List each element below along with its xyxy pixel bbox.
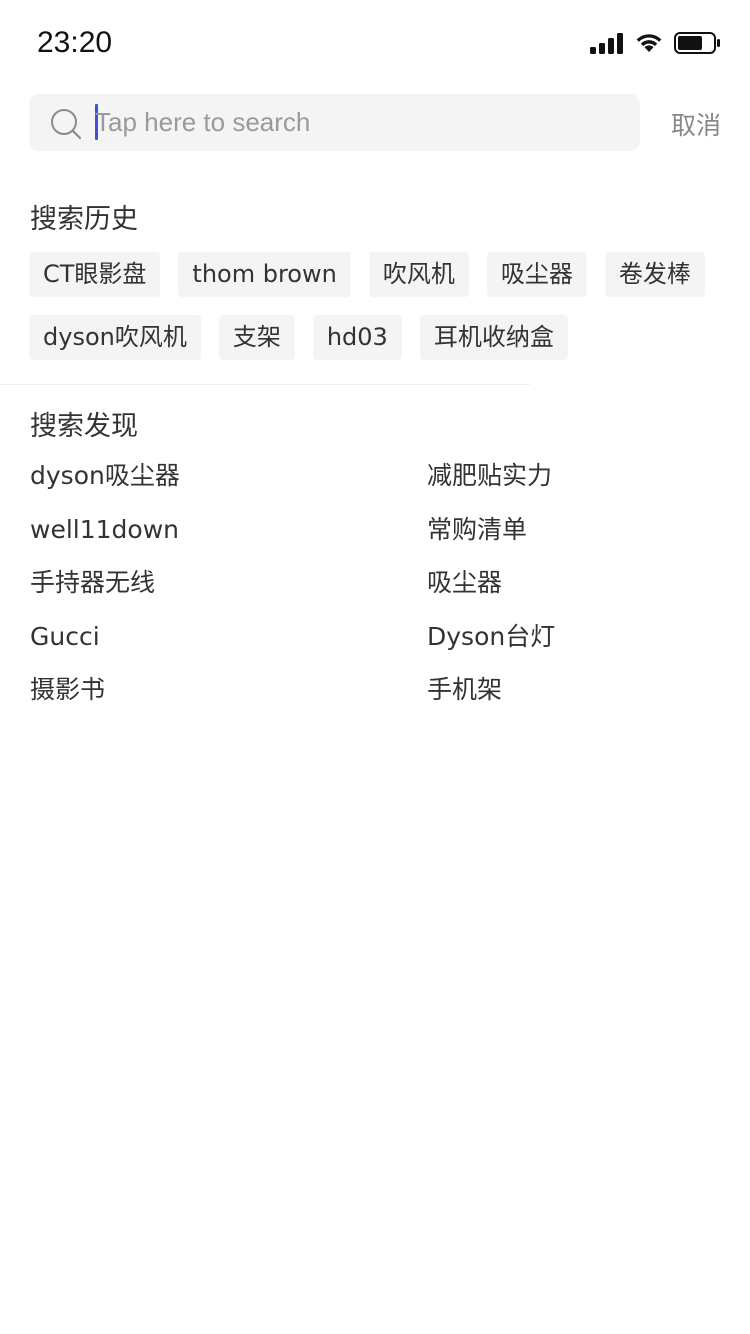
discover-item[interactable]: well11down (30, 510, 427, 564)
history-chips: CT眼影盘 thom brown 吹风机 吸尘器 卷发棒 dyson吹风机 支架… (29, 252, 729, 360)
cancel-button[interactable]: 取消 (671, 106, 721, 142)
discover-title: 搜索发现 (30, 411, 138, 442)
discover-item[interactable]: 吸尘器 (427, 563, 720, 617)
discover-item[interactable]: 摄影书 (30, 670, 427, 724)
discover-item[interactable]: dyson吸尘器 (30, 456, 427, 510)
discover-item[interactable]: 减肥贴实力 (427, 456, 720, 510)
discover-item[interactable]: 常购清单 (427, 510, 720, 564)
search-screen: 23:20 Tap here to search 取消 搜索历史 CT眼影盘 t… (0, 0, 750, 1334)
battery-icon (674, 32, 720, 54)
wifi-icon (636, 34, 662, 52)
history-chip[interactable]: 卷发棒 (604, 252, 705, 297)
search-icon (51, 109, 82, 140)
history-chip[interactable]: hd03 (312, 315, 402, 360)
discover-list: dyson吸尘器 减肥贴实力 well11down 常购清单 手持器无线 吸尘器… (30, 456, 720, 724)
discover-item[interactable]: Gucci (30, 617, 427, 671)
history-chip[interactable]: 耳机收纳盒 (419, 315, 568, 360)
history-chip[interactable]: 支架 (218, 315, 295, 360)
discover-item[interactable]: 手持器无线 (30, 563, 427, 617)
status-bar: 23:20 (0, 0, 750, 90)
search-row: 取消 (29, 94, 721, 151)
status-time: 23:20 (37, 26, 113, 59)
history-chip[interactable]: thom brown (178, 252, 351, 297)
search-box[interactable] (29, 94, 640, 151)
discover-item[interactable]: Dyson台灯 (427, 617, 720, 671)
cellular-signal-icon (590, 33, 623, 54)
history-chip[interactable]: 吹风机 (368, 252, 469, 297)
history-chip[interactable]: dyson吹风机 (29, 315, 201, 360)
section-divider (0, 384, 530, 385)
history-chip[interactable]: CT眼影盘 (29, 252, 161, 297)
search-input[interactable] (95, 102, 615, 142)
history-title: 搜索历史 (30, 204, 138, 235)
history-chip[interactable]: 吸尘器 (486, 252, 587, 297)
status-icons (590, 32, 720, 54)
discover-item[interactable]: 手机架 (427, 670, 720, 724)
